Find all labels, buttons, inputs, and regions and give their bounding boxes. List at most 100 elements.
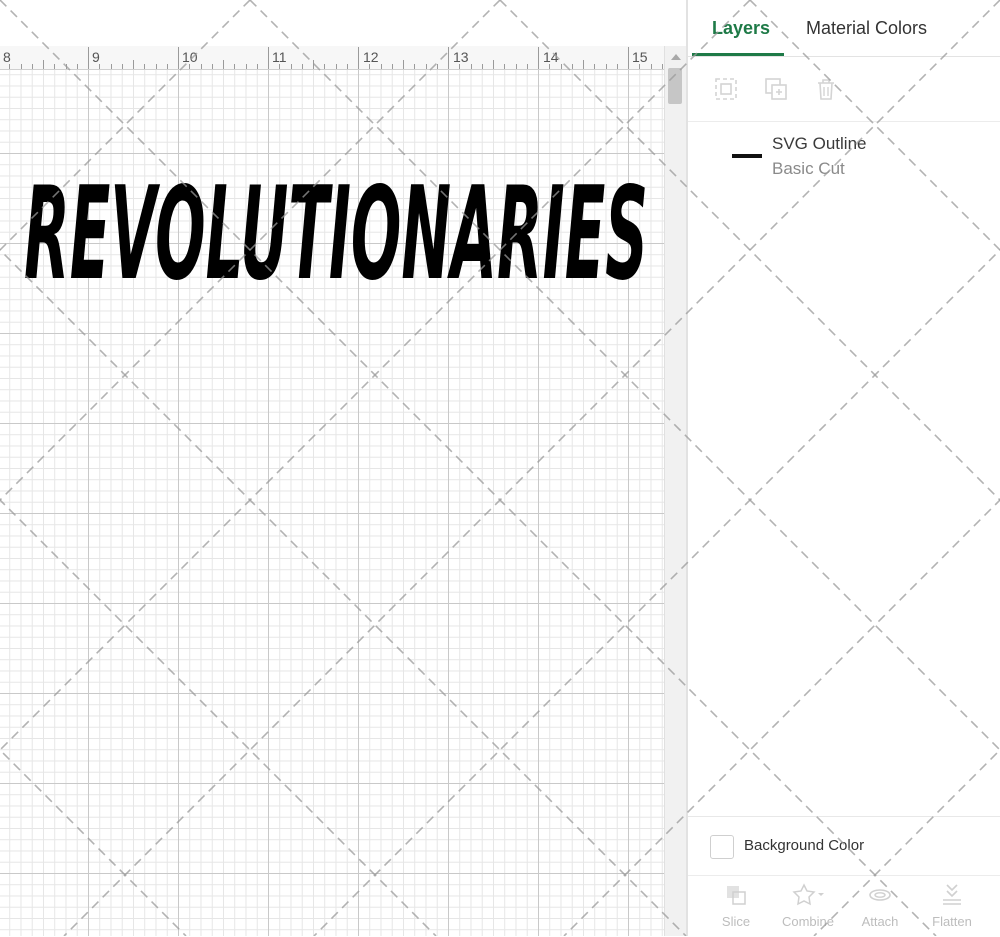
background-color-swatch[interactable] [710, 835, 734, 859]
ruler-tick [481, 64, 483, 69]
slice-label: Slice [721, 914, 751, 929]
ruler-tick [268, 47, 269, 69]
flatten-label: Flatten [932, 914, 972, 929]
ruler-tick [425, 64, 427, 69]
ruler-tick [628, 47, 629, 69]
ruler-label: 9 [92, 49, 100, 65]
ruler-tick [560, 64, 562, 69]
ruler-tick [20, 64, 22, 69]
ruler-tick [155, 64, 157, 69]
attach-icon [869, 889, 891, 901]
ruler-tick [538, 47, 539, 69]
ruler-tick [99, 64, 101, 69]
scroll-up-arrow-icon[interactable] [671, 54, 681, 60]
ruler-tick [661, 64, 663, 69]
ruler-tick [245, 64, 247, 69]
scrollbar-thumb[interactable] [668, 68, 682, 104]
slice-icon [727, 886, 746, 905]
ruler-tick [31, 64, 33, 69]
ruler-tick [594, 64, 596, 69]
ruler-label: 8 [3, 49, 11, 65]
layer-actions-bar [688, 57, 1000, 122]
ruler-tick [650, 64, 652, 69]
ruler-tick [616, 64, 618, 69]
ruler-tick [256, 64, 258, 69]
ruler-tick [358, 47, 359, 69]
combine-icon [792, 883, 824, 906]
background-color-row[interactable]: Background Color [688, 816, 1000, 875]
layer-name[interactable]: SVG Outline [772, 134, 867, 154]
duplicate-icon[interactable] [762, 75, 790, 103]
ruler-tick [414, 64, 416, 69]
ruler-tick [515, 64, 517, 69]
ruler-tick [121, 64, 123, 69]
ruler-tick [178, 47, 179, 69]
background-color-label: Background Color [744, 837, 865, 854]
design-canvas[interactable]: 8 9 10 11 12 13 14 15 REVOLUTIONARIES [0, 0, 686, 936]
ruler-label: 11 [272, 49, 287, 65]
active-tab-indicator [692, 53, 784, 56]
design-text-object[interactable]: REVOLUTIONARIES [20, 170, 652, 294]
ruler-tick [346, 64, 348, 69]
ruler-tick [403, 60, 404, 69]
ruler-tick [211, 64, 213, 69]
ruler-tick [313, 60, 314, 69]
ruler-tick [639, 64, 641, 69]
tab-material-colors[interactable]: Material Colors [806, 17, 927, 39]
ruler-label: 15 [632, 49, 648, 65]
design-text-svg: REVOLUTIONARIES [24, 170, 648, 294]
delete-icon[interactable] [812, 75, 840, 103]
ruler-tick [144, 64, 146, 69]
ruler-tick [436, 64, 438, 69]
ruler-tick [223, 60, 224, 69]
ruler-tick [88, 47, 89, 69]
ruler-tick [76, 64, 78, 69]
attach-button[interactable]: Attach [850, 882, 910, 930]
combine-button[interactable]: Combine [778, 882, 838, 930]
ruler-tick [65, 64, 67, 69]
flatten-icon [943, 884, 961, 905]
design-text-label: REVOLUTIONARIES [24, 170, 648, 294]
ruler-tick [200, 64, 202, 69]
ruler-tick [583, 60, 584, 69]
ruler-tick [133, 60, 134, 69]
ruler-tick [335, 64, 337, 69]
ruler-tick [605, 64, 607, 69]
layer-thumbnail[interactable] [732, 154, 762, 158]
attach-label: Attach [861, 914, 899, 929]
combine-label: Combine [781, 914, 835, 929]
ruler-tick [459, 64, 461, 69]
horizontal-ruler: 8 9 10 11 12 13 14 15 [0, 46, 664, 70]
panel-tabs: Layers Material Colors [688, 0, 1000, 57]
group-icon[interactable] [712, 75, 740, 103]
ruler-tick [234, 64, 236, 69]
ruler-label: 13 [453, 49, 469, 65]
layers-panel: Layers Material Colors SVG Outline Basic… [686, 0, 1000, 936]
bottom-toolbar: Slice Combine Attach Flatten [688, 875, 1000, 937]
ruler-tick [504, 64, 506, 69]
layer-operation: Basic Cut [772, 159, 845, 178]
ruler-tick [526, 64, 528, 69]
ruler-tick [301, 64, 303, 69]
ruler-tick [470, 64, 472, 69]
ruler-tick [54, 64, 56, 69]
ruler-tick [279, 64, 281, 69]
ruler-tick [189, 64, 191, 69]
ruler-tick [380, 64, 382, 69]
slice-button[interactable]: Slice [706, 882, 766, 930]
ruler-tick [571, 64, 573, 69]
ruler-tick [493, 60, 494, 69]
ruler-tick [9, 64, 11, 69]
flatten-button[interactable]: Flatten [922, 882, 982, 930]
vertical-scrollbar[interactable] [664, 46, 686, 936]
ruler-tick [43, 60, 44, 69]
ruler-label: 14 [543, 49, 559, 65]
ruler-tick [448, 47, 449, 69]
ruler-label: 10 [182, 49, 198, 65]
tab-layers[interactable]: Layers [712, 17, 770, 39]
ruler-tick [290, 64, 292, 69]
ruler-tick [549, 64, 551, 69]
ruler-tick [369, 64, 371, 69]
ruler-tick [324, 64, 326, 69]
ruler-tick [110, 64, 112, 69]
